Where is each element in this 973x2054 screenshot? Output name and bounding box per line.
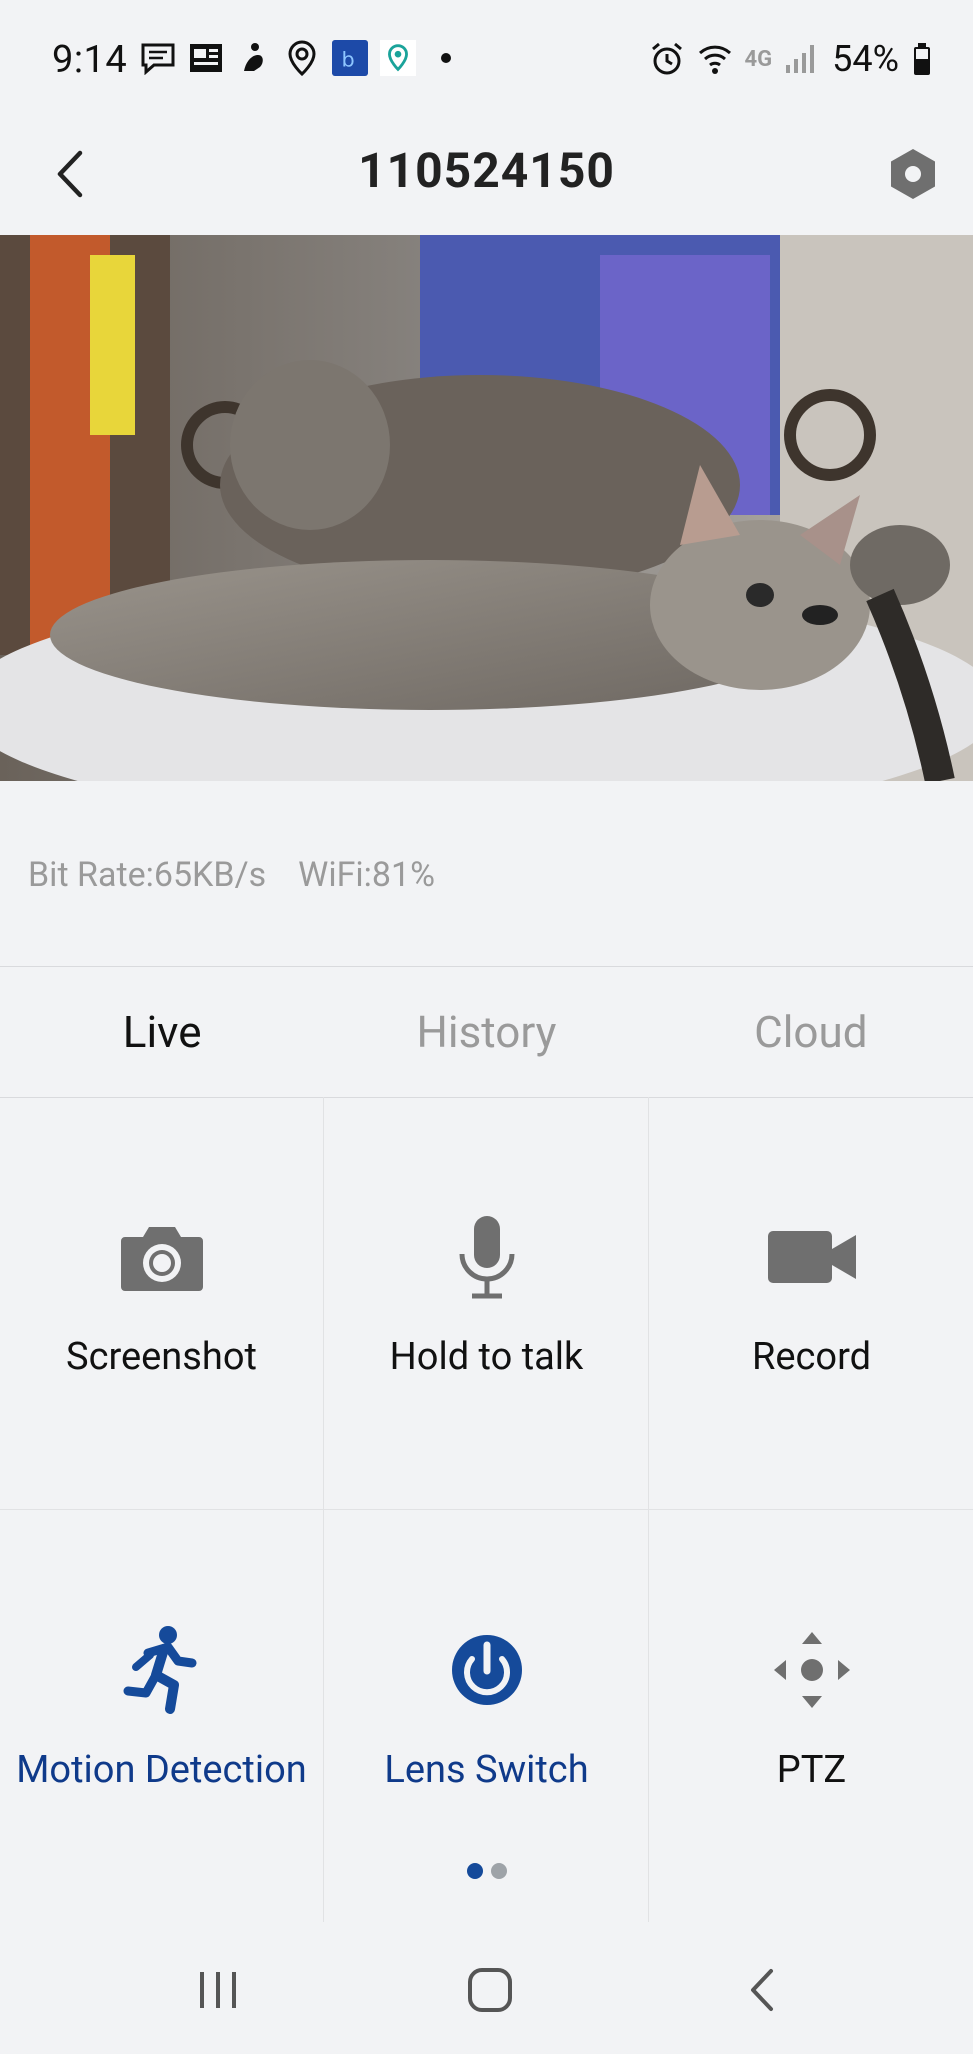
alarm-icon bbox=[649, 41, 685, 77]
video-frame bbox=[0, 235, 973, 781]
page-dot[interactable] bbox=[490, 1863, 507, 1879]
directional-pad-icon bbox=[762, 1620, 862, 1720]
recent-apps-button[interactable] bbox=[178, 1960, 258, 2020]
recent-apps-icon bbox=[200, 1972, 236, 2008]
system-back-icon bbox=[751, 1969, 773, 2011]
home-icon bbox=[468, 1968, 512, 2012]
live-video-feed[interactable] bbox=[0, 235, 973, 781]
tab-cloud[interactable]: Cloud bbox=[649, 967, 973, 1097]
page-indicator bbox=[0, 1863, 973, 1879]
power-icon bbox=[437, 1620, 537, 1720]
bit-rate-text: Bit Rate:65KB/s bbox=[28, 855, 267, 895]
message-icon bbox=[140, 40, 176, 76]
location-pin-icon bbox=[284, 40, 320, 76]
page-title: 110524150 bbox=[358, 142, 615, 199]
battery-percent: 54% bbox=[832, 38, 899, 80]
more-dot-icon bbox=[428, 40, 464, 76]
wifi-strength-text: WiFi:81% bbox=[298, 855, 436, 895]
system-navigation-bar bbox=[0, 1922, 973, 2054]
lens-switch-button[interactable]: Lens Switch bbox=[325, 1510, 648, 1922]
wifi-icon bbox=[697, 41, 733, 77]
camera-icon bbox=[112, 1207, 212, 1307]
video-camera-icon bbox=[762, 1207, 862, 1307]
ptz-button[interactable]: PTZ bbox=[650, 1510, 973, 1922]
screenshot-button[interactable]: Screenshot bbox=[0, 1097, 323, 1509]
network-type-label: 4G bbox=[744, 46, 773, 72]
motion-detection-label: Motion Detection bbox=[16, 1748, 307, 1792]
controls-grid: Screenshot Hold to talk Record Motion De… bbox=[0, 1097, 973, 1922]
mode-tabs: Live History Cloud bbox=[0, 966, 973, 1098]
tab-history[interactable]: History bbox=[324, 967, 648, 1097]
app-figure-icon bbox=[236, 40, 272, 76]
page-dot-active[interactable] bbox=[466, 1863, 483, 1879]
battery-icon bbox=[911, 41, 933, 77]
hold-to-talk-label: Hold to talk bbox=[389, 1335, 584, 1379]
system-icons: 4G 54% bbox=[649, 38, 933, 80]
signal-icon bbox=[784, 41, 820, 77]
app-blue-icon: b bbox=[332, 40, 368, 76]
notification-icons: b bbox=[140, 40, 464, 76]
home-button[interactable] bbox=[450, 1960, 530, 2020]
settings-hexagon-icon bbox=[891, 149, 935, 199]
status-bar: 9:14 b 4G 54% bbox=[0, 0, 973, 120]
system-back-button[interactable] bbox=[722, 1960, 802, 2020]
news-icon bbox=[188, 40, 224, 76]
record-button[interactable]: Record bbox=[650, 1097, 973, 1509]
microphone-icon bbox=[437, 1207, 537, 1307]
status-time: 9:14 bbox=[52, 38, 128, 82]
stream-stats: Bit Rate:65KB/s WiFi:81% bbox=[28, 855, 435, 895]
tab-live[interactable]: Live bbox=[0, 967, 324, 1097]
ptz-label: PTZ bbox=[776, 1748, 847, 1792]
screenshot-label: Screenshot bbox=[66, 1335, 257, 1379]
record-label: Record bbox=[751, 1335, 872, 1379]
motion-detection-button[interactable]: Motion Detection bbox=[0, 1510, 323, 1922]
lens-switch-label: Lens Switch bbox=[384, 1748, 589, 1792]
running-person-icon bbox=[112, 1620, 212, 1720]
header: 110524150 bbox=[0, 120, 973, 236]
svg-text:b: b bbox=[341, 48, 354, 72]
hold-to-talk-button[interactable]: Hold to talk bbox=[325, 1097, 648, 1509]
location-teal-icon bbox=[380, 40, 416, 76]
settings-button[interactable] bbox=[885, 146, 941, 202]
